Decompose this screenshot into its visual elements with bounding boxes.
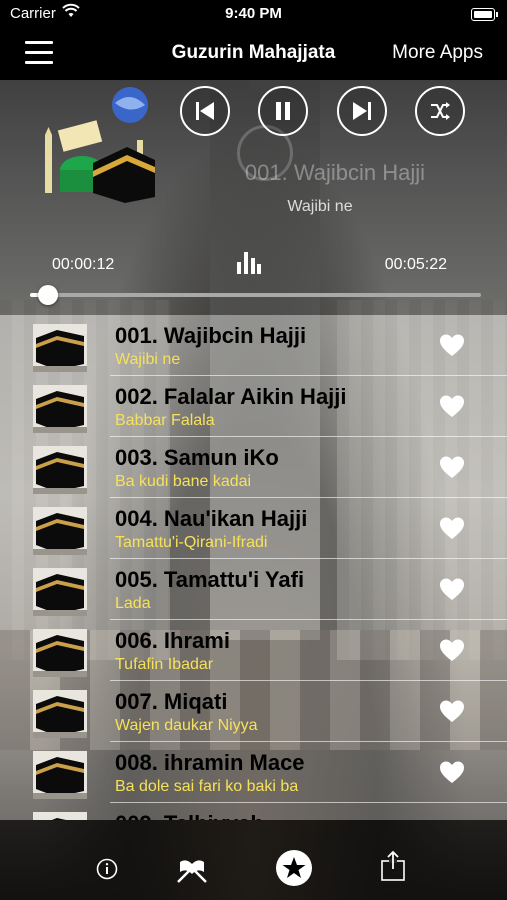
player-panel: 001. Wajibcin Hajji Wajibi ne 00:00:12 0… <box>0 80 507 315</box>
now-playing-title: 001. Wajibcin Hajji <box>244 160 426 185</box>
app-logo-kaaba-icon <box>45 87 155 203</box>
track-subtitle: Wajen daukar Niyya <box>115 717 258 734</box>
status-bar: Carrier 9:40 PM <box>0 0 507 28</box>
track-title: 001. Wajibcin Hajji <box>115 323 307 348</box>
track-row[interactable]: 004. Nau'ikan Hajji Tamattu'i-Qirani-Ifra… <box>0 498 507 559</box>
info-icon[interactable] <box>96 858 118 880</box>
track-subtitle: Lada <box>115 595 151 612</box>
track-subtitle: Babbar Falala <box>115 412 215 429</box>
track-title: 007. Miqati <box>115 689 228 714</box>
track-row[interactable]: 008. ihramin Mace Ba dole sai fari ko bak… <box>0 742 507 803</box>
kaaba-thumbnail-icon <box>33 507 87 555</box>
track-title: 003. Samun iKo <box>115 445 279 470</box>
bottom-toolbar <box>0 820 507 900</box>
battery-icon <box>471 8 498 21</box>
playback-progress-slider[interactable] <box>30 285 481 305</box>
track-title: 004. Nau'ikan Hajji <box>115 506 308 531</box>
kaaba-thumbnail-icon <box>33 812 87 820</box>
navigation-bar: Guzurin Mahajjata More Apps <box>0 28 507 80</box>
track-subtitle: Ba dole sai fari ko baki ba <box>115 778 299 795</box>
clock-time: 9:40 PM <box>225 5 282 22</box>
shuffle-button[interactable] <box>415 86 465 136</box>
track-subtitle: Ba kudi bane kadai <box>115 473 252 490</box>
kaaba-thumbnail-icon <box>33 690 87 738</box>
share-icon[interactable] <box>380 850 406 882</box>
track-row[interactable]: 003. Samun iKo Ba kudi bane kadai <box>0 437 507 498</box>
skip-back-icon <box>196 102 214 120</box>
heart-icon[interactable] <box>439 699 465 723</box>
heart-icon[interactable] <box>439 638 465 662</box>
favorites-star-icon <box>282 857 306 878</box>
favorites-tab[interactable] <box>276 850 312 886</box>
track-title: 005. Tamattu'i Yafi <box>115 567 305 592</box>
track-row[interactable]: 001. Wajibcin Hajji Wajibi ne <box>0 315 507 376</box>
next-track-button[interactable] <box>337 86 387 136</box>
total-time: 00:05:22 <box>384 256 447 273</box>
now-playing-subtitle: Wajibi ne <box>287 198 353 215</box>
quran-icon[interactable] <box>174 854 210 884</box>
kaaba-thumbnail-icon <box>33 629 87 677</box>
pause-icon <box>276 102 290 120</box>
heart-icon[interactable] <box>439 333 465 357</box>
progress-thumb[interactable] <box>38 285 59 305</box>
kaaba-thumbnail-icon <box>33 385 87 433</box>
track-subtitle: Tufafin Ibadar <box>115 656 214 673</box>
equalizer-icon <box>237 252 261 274</box>
track-row[interactable]: 007. Miqati Wajen daukar Niyya <box>0 681 507 742</box>
track-list: 001. Wajibcin Hajji Wajibi ne 002. Falalar… <box>0 315 507 820</box>
track-title: 006. Ihrami <box>115 628 230 653</box>
track-subtitle: Tamattu'i-Qirani-Ifradi <box>115 534 268 551</box>
heart-icon[interactable] <box>439 577 465 601</box>
heart-icon[interactable] <box>439 455 465 479</box>
skip-forward-icon <box>353 102 371 120</box>
track-row[interactable]: 006. Ihrami Tufafin Ibadar <box>0 620 507 681</box>
kaaba-thumbnail-icon <box>33 324 87 372</box>
pause-button[interactable] <box>258 86 308 136</box>
kaaba-thumbnail-icon <box>33 568 87 616</box>
track-subtitle: Wajibi ne <box>115 351 181 368</box>
track-title: 008. ihramin Mace <box>115 750 305 775</box>
more-apps-button[interactable]: More Apps <box>392 42 483 64</box>
elapsed-time: 00:00:12 <box>52 256 115 273</box>
track-title: 009. Talbiyyah <box>115 811 264 820</box>
heart-icon[interactable] <box>439 516 465 540</box>
heart-icon[interactable] <box>439 394 465 418</box>
heart-icon[interactable] <box>439 760 465 784</box>
track-row[interactable]: 005. Tamattu'i Yafi Lada <box>0 559 507 620</box>
kaaba-thumbnail-icon <box>33 751 87 799</box>
kaaba-thumbnail-icon <box>33 446 87 494</box>
previous-track-button[interactable] <box>180 86 230 136</box>
track-row[interactable]: 002. Falalar Aikin Hajji Babbar Falala <box>0 376 507 437</box>
track-title: 002. Falalar Aikin Hajji <box>115 384 347 409</box>
track-row[interactable]: 009. Talbiyyah <box>0 803 507 820</box>
shuffle-icon <box>431 102 450 120</box>
